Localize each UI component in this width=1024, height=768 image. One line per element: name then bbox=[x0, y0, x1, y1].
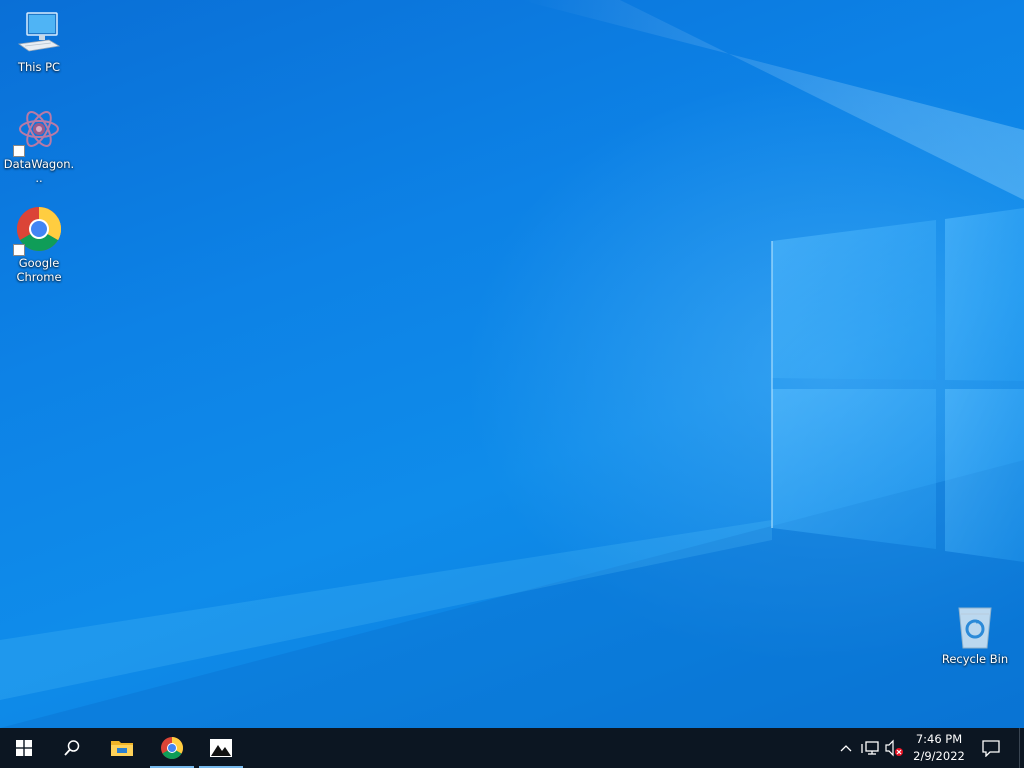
recycle-bin-icon bbox=[951, 602, 999, 650]
file-explorer-icon bbox=[111, 741, 133, 756]
volume-muted-icon bbox=[885, 739, 903, 757]
chrome-icon bbox=[161, 737, 183, 759]
desktop-icon-this-pc[interactable]: This PC bbox=[1, 10, 77, 74]
desktop-icon-google-chrome[interactable]: Google Chrome bbox=[1, 206, 77, 284]
action-center-button[interactable] bbox=[981, 738, 1001, 758]
this-pc-icon bbox=[15, 10, 63, 58]
desktop-icon-label: Google Chrome bbox=[16, 256, 62, 284]
windows-logo-wallpaper bbox=[0, 0, 1024, 728]
taskbar-clock[interactable]: 7:46 PM 2/9/2022 bbox=[904, 731, 974, 765]
clock-time: 7:46 PM bbox=[915, 732, 963, 746]
clock-date: 2/9/2022 bbox=[913, 749, 965, 763]
taskbar-file-explorer[interactable] bbox=[98, 728, 146, 768]
shortcut-arrow-icon bbox=[13, 145, 25, 157]
desktop-icon-label: This PC bbox=[17, 60, 61, 74]
network-icon bbox=[861, 741, 879, 755]
windows-start-icon bbox=[16, 740, 32, 756]
search-button[interactable] bbox=[48, 728, 96, 768]
chrome-icon bbox=[13, 206, 63, 256]
notification-icon bbox=[982, 739, 1000, 757]
show-desktop-button[interactable] bbox=[1019, 728, 1024, 768]
desktop-icon-recycle-bin[interactable]: Recycle Bin bbox=[937, 602, 1013, 666]
taskbar-chrome[interactable] bbox=[148, 728, 196, 768]
tray-network[interactable] bbox=[860, 738, 880, 758]
desktop-icon-label: DataWagon... bbox=[3, 157, 75, 185]
chevron-up-icon bbox=[840, 745, 852, 752]
desktop-icon-label: Recycle Bin bbox=[941, 652, 1009, 666]
desktop[interactable]: This PC DataWagon... Google Chrome Recyc… bbox=[0, 0, 1024, 728]
search-icon bbox=[64, 740, 80, 756]
shortcut-arrow-icon bbox=[13, 244, 25, 256]
photos-icon bbox=[210, 739, 232, 757]
taskbar: 7:46 PM 2/9/2022 bbox=[0, 728, 1024, 768]
tray-volume[interactable] bbox=[884, 738, 904, 758]
desktop-icon-datawagon[interactable]: DataWagon... bbox=[1, 107, 77, 185]
datawagon-icon bbox=[13, 107, 63, 157]
tray-overflow-button[interactable] bbox=[836, 738, 856, 758]
start-button[interactable] bbox=[0, 728, 48, 768]
taskbar-photos[interactable] bbox=[197, 728, 245, 768]
